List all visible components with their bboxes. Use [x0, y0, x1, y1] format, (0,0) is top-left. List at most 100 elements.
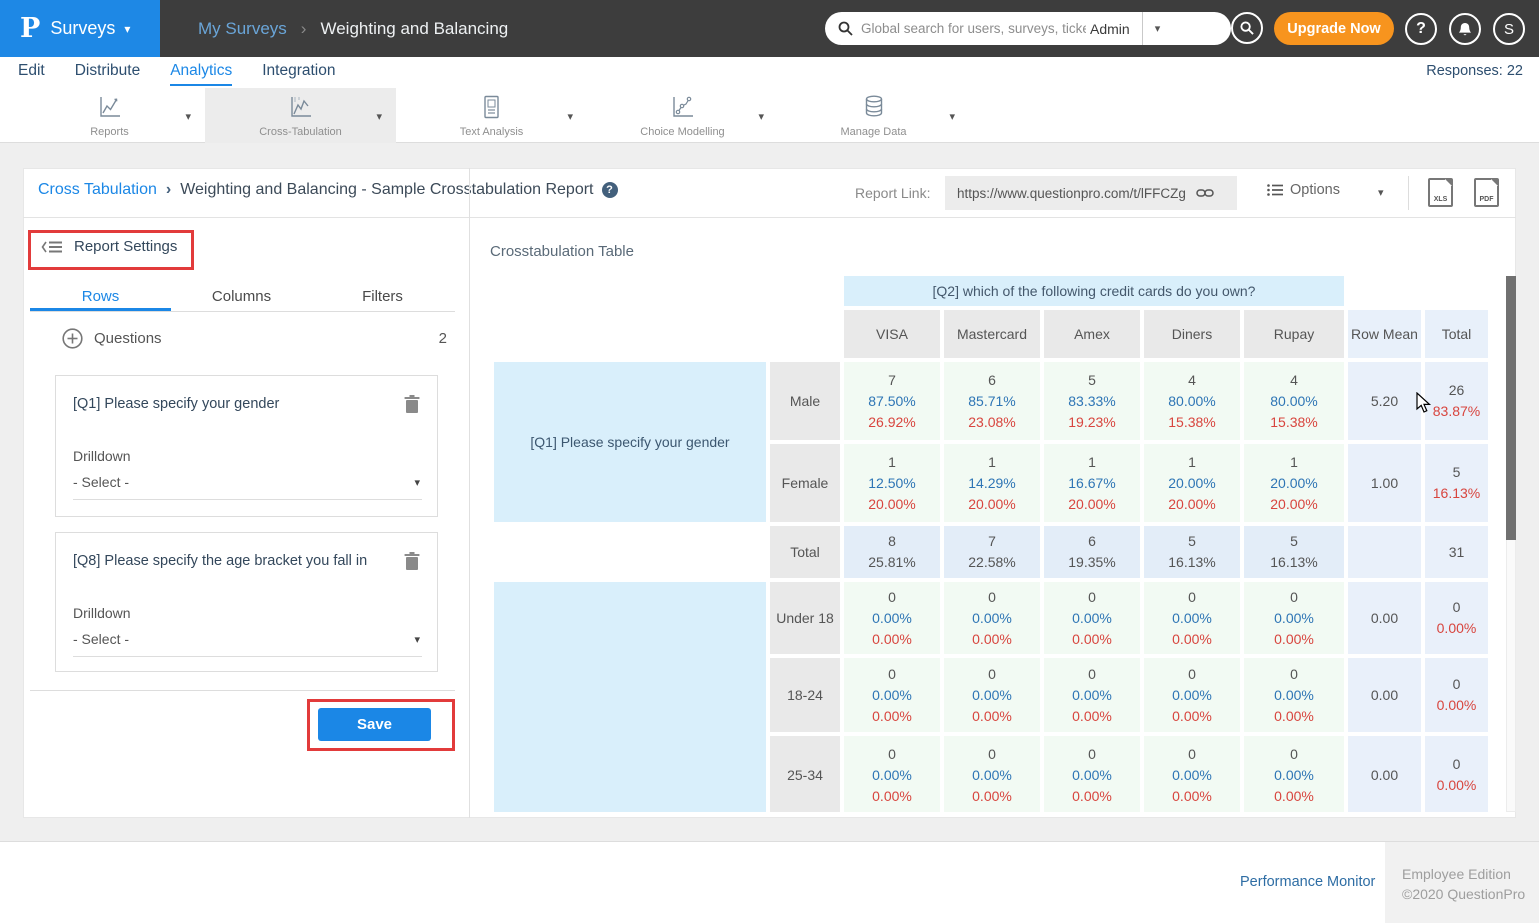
data-cell: 787.50%26.92% — [844, 362, 940, 440]
column-header-mastercard: Mastercard — [944, 310, 1040, 358]
toolbar-item-label: Manage Data — [778, 126, 969, 138]
global-search[interactable]: Admin ▾ — [825, 12, 1231, 45]
toolbar-item-cross-tabulation[interactable]: Cross-Tabulation ▾ — [205, 88, 396, 143]
questions-count: 2 — [439, 330, 447, 347]
toolbar-item-manage-data[interactable]: Manage Data ▾ — [778, 88, 969, 143]
total-data-cell: 722.58% — [944, 526, 1040, 578]
tab-integration[interactable]: Integration — [262, 57, 335, 84]
data-cell: 00.00%0.00% — [1044, 736, 1140, 812]
help-button[interactable]: ? — [1405, 13, 1437, 45]
report-url[interactable]: https://www.questionpro.com/t/lFFCZg — [957, 186, 1186, 201]
report-link-label: Report Link: — [855, 185, 930, 201]
breadcrumb-my-surveys[interactable]: My Surveys — [198, 19, 287, 39]
settings-tab-rows[interactable]: Rows — [30, 284, 171, 311]
toolbar-item-label: Cross-Tabulation — [205, 126, 396, 138]
data-cell: 00.00%0.00% — [1144, 736, 1240, 812]
row-total-cell: 00.00% — [1425, 736, 1488, 812]
settings-tab-columns[interactable]: Columns — [171, 284, 312, 311]
add-question-icon[interactable] — [62, 328, 83, 349]
table-corner — [494, 310, 840, 358]
row-mean-cell: 0.00 — [1348, 582, 1421, 654]
edition-line1: Employee Edition — [1402, 864, 1539, 884]
delete-question-icon[interactable] — [403, 551, 421, 576]
data-cell: 112.50%20.00% — [844, 444, 940, 522]
toolbar-item-choice-modelling[interactable]: Choice Modelling▾ — [587, 88, 778, 143]
tab-distribute[interactable]: Distribute — [75, 57, 140, 84]
data-cell: 114.29%20.00% — [944, 444, 1040, 522]
tab-edit[interactable]: Edit — [18, 57, 45, 84]
row-label: Under 18 — [770, 582, 840, 654]
column-header-rupay: Rupay — [1244, 310, 1344, 358]
drilldown-select[interactable]: - Select - ▾ — [73, 631, 422, 657]
chevron-down-icon[interactable]: ▾ — [949, 110, 955, 123]
options-menu[interactable]: Options — [1267, 182, 1340, 198]
search-scope-label[interactable]: Admin — [1090, 21, 1130, 37]
questions-header: Questions 2 — [30, 328, 455, 352]
surveys-menu[interactable]: P Surveys ▾ — [0, 0, 160, 57]
toolbar-item-text-analysis[interactable]: Text Analysis ▾ — [396, 88, 587, 143]
data-cell: 00.00%0.00% — [1144, 658, 1240, 732]
drilldown-select-value: - Select - — [73, 631, 129, 647]
tab-analytics[interactable]: Analytics — [170, 57, 232, 86]
search-input[interactable] — [861, 21, 1086, 36]
chevron-down-icon[interactable]: ▾ — [185, 110, 191, 123]
link-icon[interactable] — [1196, 187, 1214, 199]
report-settings-button[interactable]: Report Settings — [41, 238, 177, 255]
data-cell: 00.00%0.00% — [1044, 658, 1140, 732]
search-button[interactable] — [1231, 12, 1263, 44]
total-data-cell: 516.13% — [1244, 526, 1344, 578]
total-data-cell: 825.81% — [844, 526, 940, 578]
table-scrollbar-thumb[interactable] — [1506, 276, 1516, 540]
table-corner — [1348, 276, 1488, 306]
upgrade-now-button[interactable]: Upgrade Now — [1274, 12, 1394, 45]
chevron-down-icon[interactable]: ▾ — [567, 110, 573, 123]
export-pdf-button[interactable]: PDF — [1474, 178, 1499, 207]
responses-count: Responses: 22 — [1426, 63, 1523, 79]
options-list-icon — [1267, 183, 1283, 197]
row-question-cell — [494, 582, 766, 812]
settings-tab-filters[interactable]: Filters — [312, 284, 453, 311]
data-cell: 00.00%0.00% — [944, 658, 1040, 732]
question-card: [Q8] Please specify the age bracket you … — [55, 532, 438, 672]
survey-nav: Edit Distribute Analytics Integration Respo… — [0, 57, 1539, 88]
line-chart-icon — [97, 94, 123, 125]
row-mean-header: Row Mean — [1348, 310, 1421, 358]
toolbar-item-label: Text Analysis — [396, 126, 587, 138]
drilldown-select-value: - Select - — [73, 474, 129, 490]
data-cell: 00.00%0.00% — [844, 582, 940, 654]
title-help-icon[interactable]: ? — [602, 182, 618, 198]
avatar[interactable]: S — [1493, 13, 1525, 45]
data-cell: 120.00%20.00% — [1244, 444, 1344, 522]
bell-icon — [1458, 22, 1472, 37]
notifications-button[interactable] — [1449, 13, 1481, 45]
crosstab-title: Crosstabulation Table — [490, 243, 634, 260]
drilldown-select[interactable]: - Select -▾ — [73, 474, 422, 500]
chevron-down-icon[interactable]: ▾ — [376, 110, 382, 123]
row-label: Male — [770, 362, 840, 440]
report-link-field[interactable]: https://www.questionpro.com/t/lFFCZg — [945, 176, 1237, 210]
page-footer: Performance Monitor Employee Edition ©20… — [0, 842, 1539, 923]
row-label: 25-34 — [770, 736, 840, 812]
delete-question-icon[interactable] — [403, 394, 421, 419]
performance-monitor-link[interactable]: Performance Monitor — [1240, 874, 1375, 890]
page-fold-icon — [1445, 179, 1452, 186]
database-icon — [861, 94, 887, 125]
search-icon — [838, 21, 853, 36]
export-xls-button[interactable]: XLS — [1428, 178, 1453, 207]
data-cell: 00.00%0.00% — [1244, 582, 1344, 654]
settings-tabs: RowsColumnsFilters — [30, 284, 455, 312]
row-total-cell: 00.00% — [1425, 658, 1488, 732]
blank-cell — [494, 526, 766, 578]
save-button[interactable]: Save — [318, 708, 431, 741]
search-scope-chevron-icon[interactable]: ▾ — [1155, 22, 1161, 35]
chevron-down-icon: ▾ — [414, 633, 420, 646]
chevron-down-icon: ▾ — [124, 22, 130, 36]
options-chevron-icon[interactable]: ▾ — [1378, 186, 1384, 199]
chevron-down-icon[interactable]: ▾ — [758, 110, 764, 123]
toolbar-item-reports[interactable]: Reports▾ — [14, 88, 205, 143]
data-cell: 120.00%20.00% — [1144, 444, 1240, 522]
column-header-visa: VISA — [844, 310, 940, 358]
edition-box: Employee Edition ©2020 QuestionPro — [1385, 842, 1539, 923]
column-question-header: [Q2] which of the following credit cards… — [844, 276, 1344, 306]
grand-total-cell: 31 — [1425, 526, 1488, 578]
